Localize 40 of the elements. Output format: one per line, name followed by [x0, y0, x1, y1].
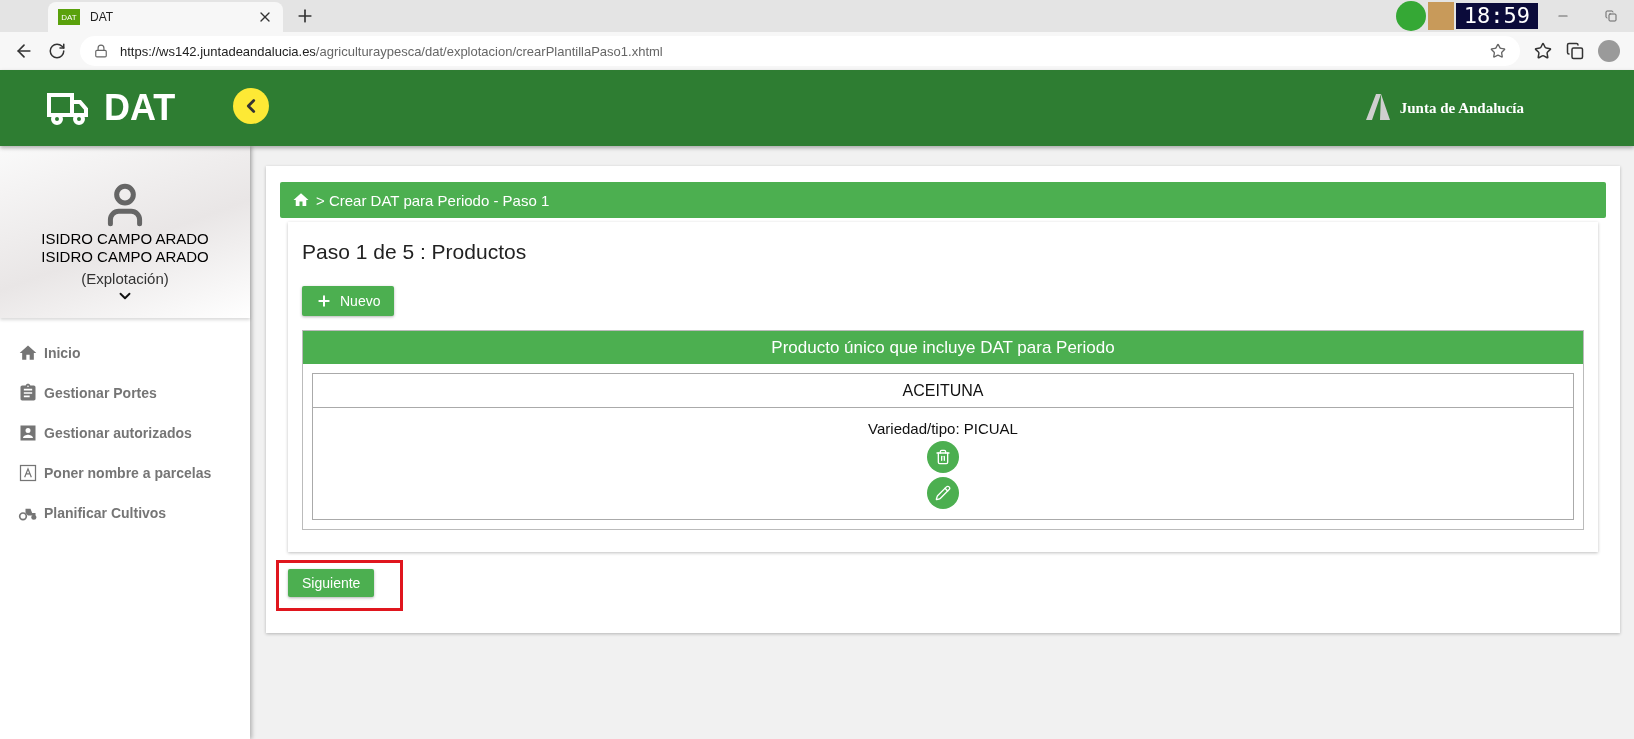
plus-icon [316, 293, 332, 309]
reload-icon[interactable] [48, 42, 66, 60]
new-button[interactable]: Nuevo [302, 286, 395, 316]
clock-time: 18:59 [1455, 3, 1538, 29]
next-button[interactable]: Siguiente [288, 569, 375, 597]
address-bar[interactable]: https://ws142.juntadeandalucia.es/agriculturaypesca/dat/explotacion/crearPlantillaPaso1.xhtml [80, 36, 1520, 66]
trash-icon [935, 449, 951, 465]
browser-tab[interactable]: DAT DAT [48, 2, 283, 32]
step-title: Paso 1 de 5 : Productos [302, 240, 527, 264]
panel-title: Producto único que incluye DAT para Periodo [303, 331, 1583, 364]
site-favicon: DAT [58, 9, 80, 25]
tab-title: DAT [90, 10, 115, 24]
profile-avatar[interactable] [1598, 40, 1620, 62]
breadcrumb-text: > Crear DAT para Periodo - Paso 1 [316, 191, 550, 209]
nav-link[interactable]: Gestionar Portes [18, 382, 250, 403]
text-frame-icon [18, 462, 38, 483]
user-role: (Explotación) [81, 270, 169, 287]
nav-link[interactable]: Gestionar autorizados [18, 422, 250, 443]
favorites-icon[interactable] [1534, 42, 1552, 60]
nav-link[interactable]: Inicio [18, 342, 250, 363]
app-title: DAT [104, 87, 176, 129]
collapse-sidebar-button[interactable] [233, 88, 269, 124]
home-icon[interactable] [292, 191, 310, 209]
restore-icon[interactable] [1605, 10, 1617, 22]
nav-link[interactable]: Poner nombre a parcelas [18, 462, 250, 483]
edit-button[interactable] [927, 477, 959, 509]
favorite-star-icon[interactable] [1490, 43, 1506, 59]
lock-icon [94, 44, 108, 58]
collections-icon[interactable] [1566, 42, 1584, 60]
user-name: ISIDRO CAMPO ARADO [41, 230, 209, 248]
truck-icon [46, 91, 90, 125]
pencil-icon [935, 485, 951, 501]
variety-text: Variedad/tipo: PICUAL [868, 420, 1018, 437]
nav-link[interactable]: Planificar Cultivos [18, 502, 250, 523]
user-name: ISIDRO CAMPO ARADO [41, 248, 209, 266]
delete-button[interactable] [927, 441, 959, 473]
clipboard-icon [18, 382, 38, 403]
org-name: Junta de Andalucía [1399, 99, 1524, 117]
product-name: ACEITUNA [313, 374, 1573, 408]
url-text: https://ws142.juntadeandalucia.es/agriculturaypesca/dat/explotacion/crearPlantillaPaso1.xhtml [120, 43, 663, 59]
